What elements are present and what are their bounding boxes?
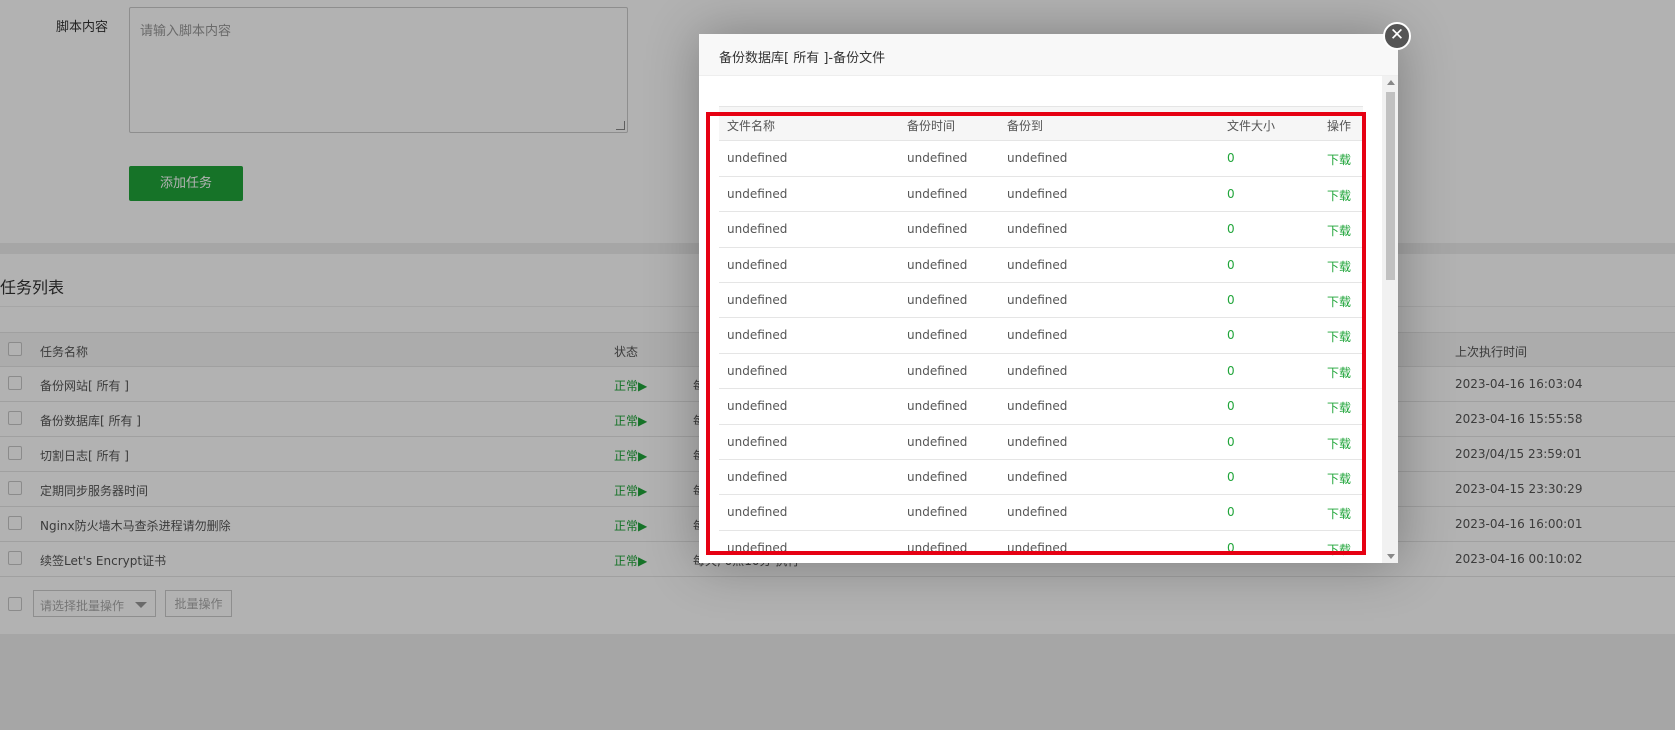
file-size: 0	[1227, 328, 1235, 343]
scroll-thumb[interactable]	[1386, 92, 1395, 280]
file-name: undefined	[727, 151, 788, 166]
backup-time: undefined	[907, 505, 968, 520]
backup-dest: undefined	[1007, 257, 1068, 272]
file-size: 0	[1227, 292, 1235, 307]
backup-dest: undefined	[1007, 151, 1068, 166]
backup-dest: undefined	[1007, 469, 1068, 484]
file-size: 0	[1227, 222, 1235, 237]
dialog-scrollbar[interactable]	[1382, 76, 1398, 563]
file-name: undefined	[727, 257, 788, 272]
file-size: 0	[1227, 257, 1235, 272]
download-link[interactable]: 下载	[1327, 435, 1351, 452]
download-link[interactable]: 下载	[1327, 505, 1351, 522]
download-link[interactable]: 下载	[1327, 399, 1351, 416]
column-header-file-name: 文件名称	[727, 119, 776, 133]
dialog-body: 文件名称 备份时间 备份到 文件大小 操作 undefined undefine…	[699, 76, 1382, 563]
column-header-file-size: 文件大小	[1227, 119, 1276, 133]
table-row: undefined undefined undefined 0 下载	[719, 141, 1363, 177]
file-name: undefined	[727, 363, 788, 378]
file-name: undefined	[727, 328, 788, 343]
download-link[interactable]: 下载	[1327, 187, 1351, 204]
backup-dest: undefined	[1007, 328, 1068, 343]
backup-dest: undefined	[1007, 540, 1068, 555]
close-icon[interactable]: ✕	[1383, 22, 1411, 50]
file-name: undefined	[727, 186, 788, 201]
download-link[interactable]: 下载	[1327, 328, 1351, 345]
backup-time: undefined	[907, 257, 968, 272]
backup-time: undefined	[907, 222, 968, 237]
table-row: undefined undefined undefined 0 下载	[719, 248, 1363, 283]
file-size: 0	[1227, 505, 1235, 520]
file-name: undefined	[727, 434, 788, 449]
download-link[interactable]: 下载	[1327, 222, 1351, 239]
backup-time: undefined	[907, 292, 968, 307]
backup-dest: undefined	[1007, 363, 1068, 378]
dialog-header: 备份数据库[ 所有 ]-备份文件	[699, 34, 1398, 76]
table-row: undefined undefined undefined 0 下载	[719, 318, 1363, 354]
dialog-title: 备份数据库[ 所有 ]-备份文件	[719, 51, 886, 66]
backup-time: undefined	[907, 434, 968, 449]
scroll-down-arrow-icon[interactable]	[1387, 554, 1395, 559]
download-link[interactable]: 下载	[1327, 293, 1351, 310]
download-link[interactable]: 下载	[1327, 541, 1351, 558]
backup-time: undefined	[907, 399, 968, 414]
file-name: undefined	[727, 222, 788, 237]
table-row: undefined undefined undefined 0 下载	[719, 389, 1363, 425]
table-row: undefined undefined undefined 0 下载	[719, 460, 1363, 496]
backup-time: undefined	[907, 540, 968, 555]
backup-table-header: 文件名称 备份时间 备份到 文件大小 操作	[719, 106, 1363, 142]
file-size: 0	[1227, 151, 1235, 166]
column-header-operation: 操作	[1327, 119, 1352, 133]
scroll-up-arrow-icon[interactable]	[1387, 80, 1395, 85]
backup-dest: undefined	[1007, 399, 1068, 414]
backup-time: undefined	[907, 151, 968, 166]
backup-dest: undefined	[1007, 292, 1068, 307]
table-row: undefined undefined undefined 0 下载	[719, 283, 1363, 319]
backup-time: undefined	[907, 328, 968, 343]
table-row: undefined undefined undefined 0 下载	[719, 212, 1363, 248]
download-link[interactable]: 下载	[1327, 151, 1351, 168]
file-size: 0	[1227, 363, 1235, 378]
file-name: undefined	[727, 292, 788, 307]
table-row: undefined undefined undefined 0 下载	[719, 495, 1363, 531]
backup-time: undefined	[907, 363, 968, 378]
file-size: 0	[1227, 434, 1235, 449]
backup-dest: undefined	[1007, 222, 1068, 237]
download-link[interactable]: 下载	[1327, 258, 1351, 275]
table-row: undefined undefined undefined 0 下载	[719, 425, 1363, 460]
table-row: undefined undefined undefined 0 下载	[719, 177, 1363, 213]
table-row: undefined undefined undefined 0 下载	[719, 354, 1363, 390]
table-row: undefined undefined undefined 0 下载	[719, 531, 1363, 563]
file-name: undefined	[727, 540, 788, 555]
file-name: undefined	[727, 469, 788, 484]
backup-dest: undefined	[1007, 505, 1068, 520]
file-name: undefined	[727, 399, 788, 414]
backup-dest: undefined	[1007, 186, 1068, 201]
backup-dest: undefined	[1007, 434, 1068, 449]
file-size: 0	[1227, 399, 1235, 414]
column-header-backup-dest: 备份到	[1007, 119, 1044, 133]
backup-files-table: 文件名称 备份时间 备份到 文件大小 操作 undefined undefine…	[719, 106, 1363, 563]
download-link[interactable]: 下载	[1327, 364, 1351, 381]
file-size: 0	[1227, 540, 1235, 555]
backup-time: undefined	[907, 469, 968, 484]
backup-files-dialog: 备份数据库[ 所有 ]-备份文件 文件名称 备份时间 备份到 文件大小 操作 u…	[699, 34, 1398, 563]
backup-time: undefined	[907, 186, 968, 201]
file-name: undefined	[727, 505, 788, 520]
download-link[interactable]: 下载	[1327, 470, 1351, 487]
file-size: 0	[1227, 186, 1235, 201]
column-header-backup-time: 备份时间	[907, 119, 956, 133]
file-size: 0	[1227, 469, 1235, 484]
